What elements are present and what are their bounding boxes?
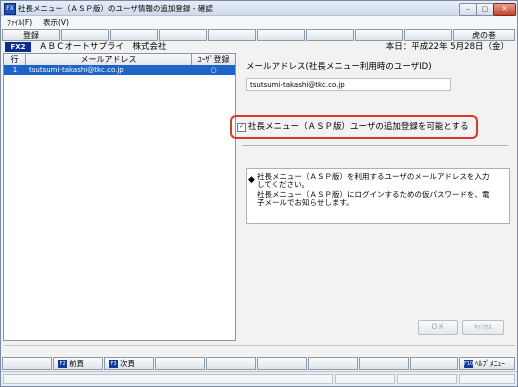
toolbar-slot <box>404 29 452 41</box>
scroll-area <box>3 345 515 356</box>
fkey-slot <box>257 357 307 370</box>
next-page-label: 次頁 <box>120 359 135 368</box>
f2-key-icon: F2 <box>58 360 67 368</box>
today-date: 本日：平成22年 5月28日（金） <box>385 42 509 52</box>
row-email: tsutsumi-takashi@tkc.co.jp <box>29 66 124 74</box>
info-line-2: してください。 <box>257 180 310 189</box>
menu-file[interactable]: ﾌｧｲﾙ(F) <box>7 17 32 28</box>
detail-panel: メールアドレス(社長メニュー利用時のユーザID) tsutsumi-takash… <box>230 53 510 341</box>
enable-registration-checkbox[interactable]: ✓ <box>237 123 246 132</box>
maximize-button[interactable]: ▢ <box>476 3 494 16</box>
minimize-icon: – <box>466 5 470 13</box>
minimize-button[interactable]: – <box>459 3 477 16</box>
window-title: 社長メニュー（ＡＳＰ版）のユーザ情報の追加登録 - 確認 <box>18 4 213 13</box>
f10-key-icon: F10 <box>464 360 474 368</box>
toolbar-slot <box>110 29 158 41</box>
cancel-button[interactable]: ｷｬﾝｾﾙ <box>462 320 504 335</box>
maximize-icon: ▢ <box>481 5 489 13</box>
fkey-slot <box>206 357 256 370</box>
info-line-4: 子メールでお知らせします。 <box>257 198 354 207</box>
app-icon: FX <box>4 3 16 15</box>
checkbox-highlight: ✓ 社長メニュー（ＡＳＰ版）ユーザの追加登録を可能とする <box>230 115 478 139</box>
row-registered-mark: ○ <box>210 66 217 74</box>
fkey-slot <box>155 357 205 370</box>
toolbar-slot <box>159 29 207 41</box>
title-bar: FX 社長メニュー（ＡＳＰ版）のユーザ情報の追加登録 - 確認 – ▢ ✕ <box>1 1 517 16</box>
header-user-registration: ﾕｰｻﾞ登録 <box>197 55 230 64</box>
toolbar-slot <box>61 29 109 41</box>
status-bar <box>1 371 517 386</box>
fkey-slot <box>308 357 358 370</box>
toolbar: 登録 虎の巻 <box>1 29 517 41</box>
toolbar-slot <box>355 29 403 41</box>
status-cell <box>459 374 515 384</box>
close-icon: ✕ <box>501 5 508 13</box>
next-page-button[interactable]: F3 次頁 <box>104 357 154 370</box>
ok-button[interactable]: ＯＫ <box>418 320 458 335</box>
info-message-box: ◆ 社長メニュー（ＡＳＰ版）を利用するユーザのメールアドレスを入力 してください… <box>246 168 510 224</box>
checkbox-label[interactable]: 社長メニュー（ＡＳＰ版）ユーザの追加登録を可能とする <box>248 120 469 132</box>
toolbar-slot <box>306 29 354 41</box>
status-cell <box>397 374 457 384</box>
f3-key-icon: F3 <box>109 360 118 368</box>
header-email: メールアドレス <box>26 54 192 65</box>
register-button[interactable]: 登録 <box>2 29 60 41</box>
tora-no-maki-button[interactable]: 虎の巻 <box>453 29 515 41</box>
prev-page-label: 前頁 <box>69 359 84 368</box>
toolbar-slot <box>208 29 256 41</box>
user-table: 行 メールアドレス ﾕｰｻﾞ登録 1 tsutsumi-takashi@tkc.… <box>3 53 236 341</box>
status-cell <box>3 374 333 384</box>
menu-bar: ﾌｧｲﾙ(F) 表示(V) <box>1 16 517 29</box>
row-number: 1 <box>12 66 18 74</box>
prev-page-button[interactable]: F2 前頁 <box>53 357 103 370</box>
help-menu-label: ﾍﾙﾌﾟﾒﾆｭｰ <box>475 359 505 368</box>
table-row[interactable]: 1 tsutsumi-takashi@tkc.co.jp ○ <box>4 65 235 75</box>
diamond-icon: ◆ <box>248 175 255 185</box>
header-row-number: 行 <box>4 54 26 65</box>
fkey-slot <box>410 357 458 370</box>
divider <box>242 145 508 146</box>
info-bar: FX2 ＡＢＣオートサプライ 株式会社 本日：平成22年 5月28日（金） <box>1 41 517 53</box>
status-cell <box>335 374 395 384</box>
close-button[interactable]: ✕ <box>493 3 516 16</box>
fkey-slot <box>359 357 409 370</box>
check-icon: ✓ <box>238 123 245 130</box>
email-field[interactable]: tsutsumi-takashi@tkc.co.jp <box>246 78 451 91</box>
help-menu-button[interactable]: F10 ﾍﾙﾌﾟﾒﾆｭｰ <box>459 357 515 370</box>
email-label: メールアドレス(社長メニュー利用時のユーザID) <box>246 62 432 72</box>
function-key-bar: F2 前頁 F3 次頁 F10 ﾍﾙﾌﾟﾒﾆｭｰ <box>1 357 517 370</box>
company-name: ＡＢＣオートサプライ 株式会社 <box>39 42 167 52</box>
fkey-slot <box>2 357 52 370</box>
toolbar-slot <box>257 29 305 41</box>
menu-view[interactable]: 表示(V) <box>43 17 69 28</box>
fx2-badge: FX2 <box>5 42 31 52</box>
